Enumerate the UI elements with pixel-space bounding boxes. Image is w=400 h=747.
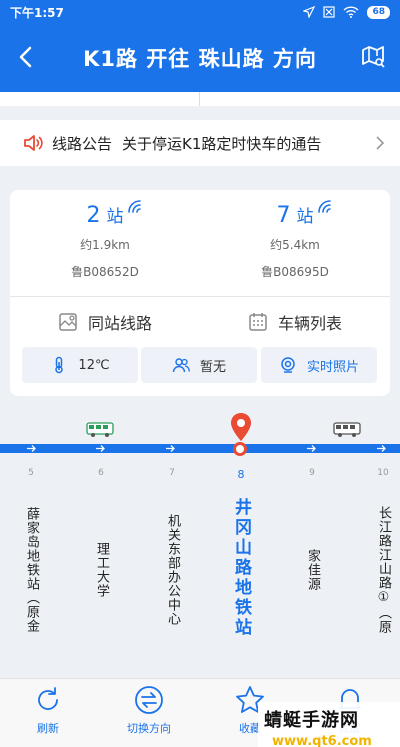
switch-direction-button[interactable]: 切换方向 bbox=[109, 685, 189, 736]
chip-label: 暂无 bbox=[199, 359, 226, 375]
thermometer-icon bbox=[55, 356, 64, 374]
route-map: 5 薛家岛地铁站（原金 6 理工大学 7 机关东部办公中心 8 井冈山路地铁站 … bbox=[0, 412, 400, 646]
system-icons: 68 bbox=[303, 5, 390, 19]
bus-plate: 鲁B08652D bbox=[71, 265, 139, 279]
same-stop-routes-button[interactable]: 同站线路 bbox=[10, 310, 200, 334]
stop-number: 7 bbox=[169, 468, 175, 478]
stop-number: 8 bbox=[237, 468, 245, 481]
back-arrow-icon[interactable] bbox=[14, 44, 40, 70]
location-icon bbox=[303, 6, 316, 18]
stop-name: 井冈山路地铁站 bbox=[231, 498, 251, 638]
map-search-icon[interactable] bbox=[360, 44, 386, 70]
stop-item-current[interactable]: 8 井冈山路地铁站 bbox=[228, 468, 254, 651]
bus-plate: 鲁B08695D bbox=[261, 265, 329, 279]
bus-distance: 约5.4km bbox=[270, 238, 320, 252]
speaker-icon bbox=[24, 135, 43, 151]
wifi-status-icon bbox=[343, 6, 359, 18]
switch-direction-icon bbox=[135, 686, 163, 714]
stops-unit: 站 bbox=[106, 207, 124, 227]
stop-name: 薛家岛地铁站（原金 bbox=[24, 507, 39, 633]
refresh-icon bbox=[38, 687, 58, 710]
tab-label: 切换方向 bbox=[127, 722, 171, 735]
stop-number: 5 bbox=[28, 468, 34, 478]
direction-arrow-icon bbox=[377, 445, 386, 452]
people-icon bbox=[172, 358, 190, 373]
stop-name: 长江路江山路①（原 bbox=[376, 506, 391, 634]
stop-name: 机关东部办公中心 bbox=[165, 514, 180, 626]
divider bbox=[10, 296, 390, 297]
direction-arrow-icon bbox=[27, 445, 36, 452]
watermark: 蜻蜓手游网 www.qt6.com bbox=[258, 702, 400, 747]
collapsed-panel-strip bbox=[0, 92, 400, 106]
chevron-right-icon bbox=[376, 136, 385, 150]
chip-label: 12℃ bbox=[78, 357, 110, 373]
stop-item[interactable]: 9 家佳源 bbox=[300, 468, 324, 658]
vehicle-list-button[interactable]: 车辆列表 bbox=[200, 310, 390, 334]
bus-info-2[interactable]: 7站 约5.4km 鲁B08695D bbox=[200, 200, 390, 280]
calendar-icon bbox=[249, 313, 267, 331]
watermark-url: www.qt6.com bbox=[272, 734, 372, 747]
status-bar: 下午1:57 68 bbox=[0, 0, 400, 24]
bus-arrival-card: 2站 约1.9km 鲁B08652D 7站 约5.4km 鲁B08695D 同站… bbox=[10, 190, 390, 396]
action-label: 车辆列表 bbox=[277, 314, 342, 333]
live-photo-chip[interactable]: 实时照片 bbox=[261, 347, 377, 383]
sim-icon bbox=[323, 6, 336, 18]
watermark-title: 蜻蜓手游网 bbox=[264, 710, 359, 731]
page-title: K1路 开往 珠山路 方向 bbox=[83, 47, 317, 71]
refresh-button[interactable]: 刷新 bbox=[8, 685, 88, 736]
stop-item[interactable]: 5 薛家岛地铁站（原金 bbox=[19, 468, 43, 658]
stops-away: 7站 bbox=[276, 200, 331, 228]
bus-icon[interactable] bbox=[86, 422, 114, 438]
direction-arrow-icon bbox=[96, 445, 105, 452]
notice-label: 线路公告 bbox=[52, 134, 113, 153]
bus-info-1[interactable]: 2站 约1.9km 鲁B08652D bbox=[10, 200, 200, 280]
chip-label: 实时照片 bbox=[306, 359, 359, 375]
notice-text: 关于停运K1路定时快车的通告 bbox=[122, 134, 322, 153]
status-time: 下午1:57 bbox=[10, 5, 64, 20]
stops-away: 2站 bbox=[86, 200, 141, 228]
route-notice-bar[interactable]: 线路公告 关于停运K1路定时快车的通告 bbox=[0, 120, 400, 166]
crowding-chip[interactable]: 暂无 bbox=[141, 347, 257, 383]
stops-count: 2 bbox=[86, 203, 101, 228]
stop-number: 9 bbox=[309, 468, 315, 478]
stop-number: 10 bbox=[377, 468, 389, 478]
stops-count: 7 bbox=[276, 203, 291, 228]
bus-distance: 约1.9km bbox=[80, 238, 130, 252]
route-line bbox=[0, 444, 400, 453]
direction-arrow-icon bbox=[307, 445, 316, 452]
stop-item[interactable]: 7 机关东部办公中心 bbox=[160, 468, 184, 658]
battery-indicator: 68 bbox=[367, 5, 390, 19]
map-pin-icon bbox=[59, 313, 77, 331]
app-header: K1路 开往 珠山路 方向 bbox=[0, 24, 400, 92]
stop-name: 家佳源 bbox=[305, 549, 320, 591]
bus-icon[interactable] bbox=[333, 422, 361, 438]
realtime-signal-icon bbox=[127, 200, 141, 213]
realtime-signal-icon bbox=[317, 200, 331, 213]
stop-number: 6 bbox=[98, 468, 104, 478]
stops-unit: 站 bbox=[296, 207, 314, 227]
temperature-chip[interactable]: 12℃ bbox=[22, 347, 138, 383]
camera-icon bbox=[281, 357, 295, 373]
stop-name: 理工大学 bbox=[94, 542, 109, 598]
current-stop-marker bbox=[233, 442, 247, 456]
divider bbox=[199, 92, 200, 106]
stop-item[interactable]: 10 长江路江山路①（原 bbox=[371, 468, 395, 658]
stop-item[interactable]: 6 理工大学 bbox=[89, 468, 113, 658]
tab-label: 刷新 bbox=[37, 722, 59, 735]
action-label: 同站线路 bbox=[87, 314, 152, 333]
direction-arrow-icon bbox=[166, 445, 175, 452]
current-stop-pin-icon bbox=[231, 413, 251, 441]
